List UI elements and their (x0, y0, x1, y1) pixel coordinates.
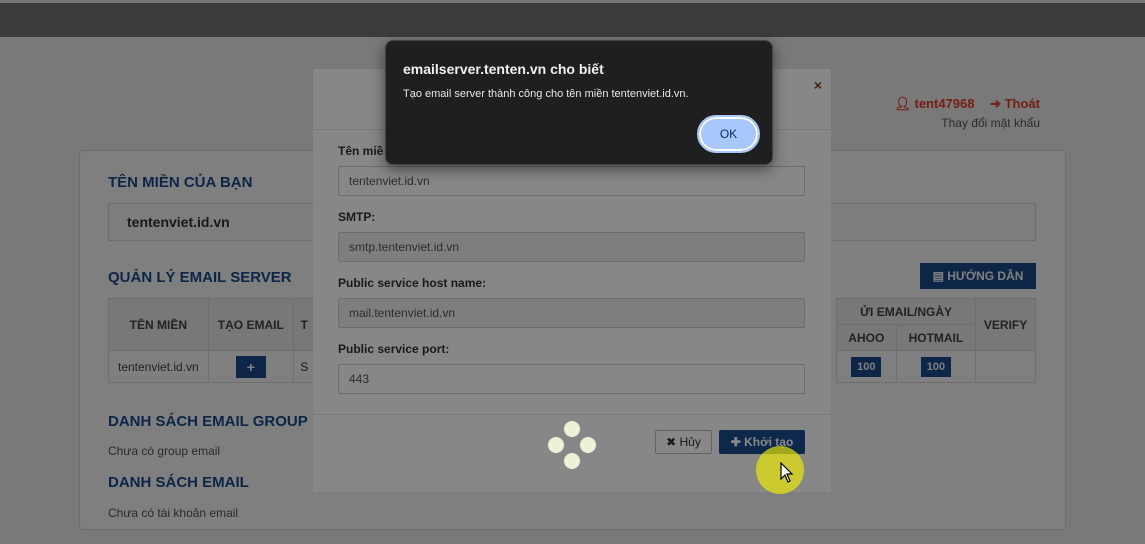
alert-message: Tạo email server thành công cho tên miền… (403, 88, 689, 100)
alert-title: emailserver.tenten.vn cho biết (403, 61, 604, 77)
browser-topbar (0, 0, 1145, 37)
loading-spinner-icon (548, 421, 596, 469)
alert-dialog: emailserver.tenten.vn cho biết Tạo email… (385, 40, 773, 165)
ok-button[interactable]: OK (697, 115, 760, 153)
mouse-cursor-icon (780, 462, 794, 483)
